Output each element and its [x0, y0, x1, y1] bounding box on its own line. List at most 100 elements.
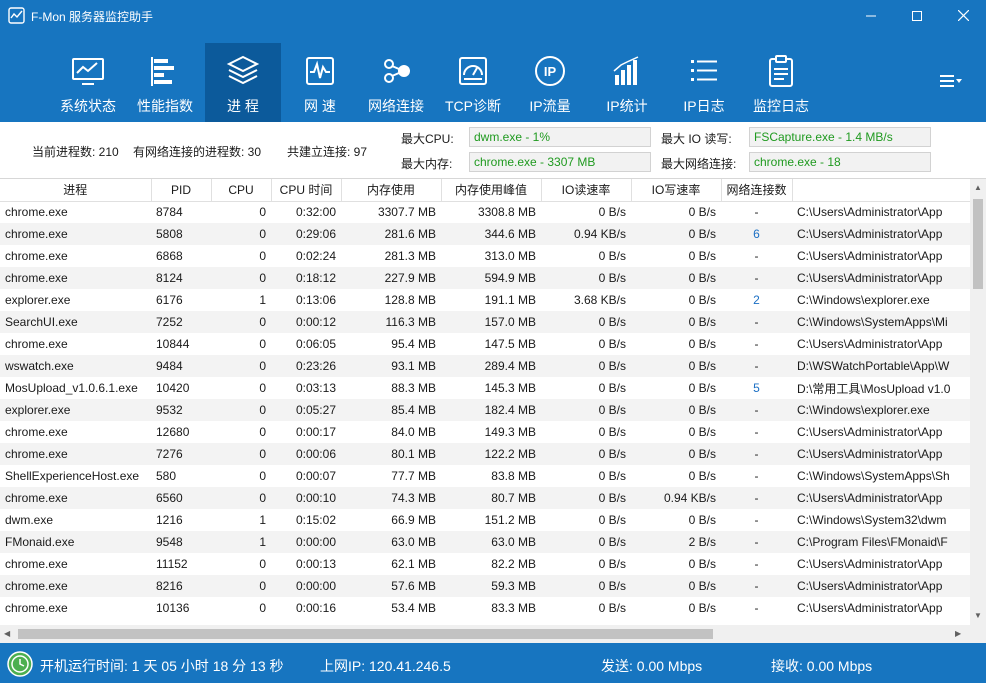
- table-cell: 9548: [151, 531, 211, 553]
- scroll-up-icon[interactable]: ▲: [974, 183, 982, 192]
- scroll-left-icon[interactable]: ◀: [4, 629, 10, 638]
- table-cell: 182.4 MB: [441, 399, 541, 421]
- table-row[interactable]: explorer.exe 9532 0 0:05:27 85.4 MB 182.4 MB 0…: [0, 399, 970, 421]
- scroll-down-icon[interactable]: ▼: [974, 611, 982, 620]
- tab-performance[interactable]: 性能指数: [127, 43, 203, 122]
- table-row[interactable]: SearchUI.exe 7252 0 0:00:12 116.3 MB 157.0 MB…: [0, 311, 970, 333]
- clipboard-icon: [769, 55, 793, 87]
- table-row[interactable]: wswatch.exe 9484 0 0:23:26 93.1 MB 289.4 MB 0 …: [0, 355, 970, 377]
- table-cell: 227.9 MB: [341, 267, 441, 289]
- table-cell: 57.6 MB: [341, 575, 441, 597]
- vertical-scrollbar[interactable]: ▲ ▼: [970, 179, 986, 625]
- table-row[interactable]: chrome.exe 6868 0 0:02:24 281.3 MB 313.0 MB 0 …: [0, 245, 970, 267]
- tab-ip-traffic[interactable]: IP IP流量: [512, 43, 588, 122]
- tab-ip-stats[interactable]: IP统计: [589, 43, 665, 122]
- process-count: 当前进程数: 210: [32, 145, 119, 159]
- column-header[interactable]: IO写速率: [631, 179, 722, 202]
- table-row[interactable]: dwm.exe 1216 1 0:15:02 66.9 MB 151.2 MB 0 B/s 0…: [0, 509, 970, 531]
- menu-icon[interactable]: [940, 73, 962, 89]
- table-cell: 0: [211, 223, 271, 245]
- table-row[interactable]: chrome.exe 10844 0 0:06:05 95.4 MB 147.5 MB 0 …: [0, 333, 970, 355]
- column-header[interactable]: IO读速率: [541, 179, 632, 202]
- tab-system-status[interactable]: 系统状态: [50, 43, 126, 122]
- table-row[interactable]: explorer.exe 6176 1 0:13:06 128.8 MB 191.1 MB…: [0, 289, 970, 311]
- horizontal-scrollbar[interactable]: ◀ ▶: [0, 625, 970, 643]
- table-cell: chrome.exe: [0, 575, 151, 597]
- minimize-button[interactable]: [848, 0, 894, 31]
- table-row[interactable]: chrome.exe 6560 0 0:00:10 74.3 MB 80.7 MB 0 B/…: [0, 487, 970, 509]
- table-cell: 151.2 MB: [484, 513, 536, 527]
- table-cell: 0:03:13: [295, 381, 336, 395]
- table-cell: chrome.exe: [5, 249, 68, 263]
- column-header[interactable]: 内存使用: [341, 179, 442, 202]
- table-cell: 0:00:13: [295, 557, 336, 571]
- table-row[interactable]: chrome.exe 11152 0 0:00:13 62.1 MB 82.2 MB 0 B…: [0, 553, 970, 575]
- column-header[interactable]: 内存使用峰值: [441, 179, 542, 202]
- table-cell: -: [721, 311, 792, 333]
- table-row[interactable]: chrome.exe 5808 0 0:29:06 281.6 MB 344.6 MB 0.…: [0, 223, 970, 245]
- table-cell: 0: [211, 443, 271, 465]
- table-cell: 0 B/s: [631, 355, 721, 377]
- table-cell: 83.3 MB: [491, 601, 536, 615]
- max-cpu-label: 最大CPU:: [401, 132, 454, 146]
- table-row[interactable]: FMonaid.exe 9548 1 0:00:00 63.0 MB 63.0 MB 0 B…: [0, 531, 970, 553]
- column-header[interactable]: PID: [151, 179, 212, 202]
- table-cell: C:\Users\Administrator\App: [792, 223, 970, 245]
- table-cell: 63.0 MB: [441, 531, 541, 553]
- horizontal-scroll-thumb[interactable]: [18, 629, 713, 639]
- table-cell: 128.8 MB: [384, 293, 436, 307]
- minimize-icon: [866, 15, 876, 16]
- table-cell: 0 B/s: [541, 267, 631, 289]
- table-cell: 8124: [151, 267, 211, 289]
- table-cell: 10136: [156, 601, 190, 615]
- table-cell: SearchUI.exe: [0, 311, 151, 333]
- table-cell: 63.0 MB: [341, 531, 441, 553]
- net-process-count: 有网络连接的进程数: 30: [133, 145, 262, 159]
- table-row[interactable]: MosUpload_v1.0.6.1.exe 10420 0 0:03:13 88.3 …: [0, 377, 970, 399]
- table-cell: C:\Users\Administrator\App: [797, 205, 943, 220]
- tab-net-speed[interactable]: 网 速: [282, 43, 358, 122]
- column-header[interactable]: CPU: [211, 179, 272, 202]
- maximize-button[interactable]: [894, 0, 940, 31]
- table-cell: FMonaid.exe: [0, 531, 151, 553]
- table-cell: chrome.exe: [5, 205, 68, 220]
- table-cell: 0 B/s: [541, 311, 631, 333]
- table-cell: 74.3 MB: [341, 487, 441, 509]
- tab-tcp-diagnose[interactable]: TCP诊断: [435, 43, 511, 122]
- table-cell: 0: [259, 469, 266, 483]
- table-row[interactable]: chrome.exe 10136 0 0:00:16 53.4 MB 83.3 MB 0 B…: [0, 597, 970, 619]
- table-row[interactable]: chrome.exe 7276 0 0:00:06 80.1 MB 122.2 MB 0 B…: [0, 443, 970, 465]
- tab-label: 监控日志: [753, 98, 809, 114]
- table-cell: 95.4 MB: [391, 337, 436, 351]
- table-cell: -: [721, 443, 792, 465]
- tab-net-connections[interactable]: 网络连接: [358, 43, 434, 122]
- table-cell: C:\Windows\explorer.exe: [792, 399, 970, 421]
- column-header[interactable]: 进程: [0, 179, 152, 202]
- table-row[interactable]: chrome.exe 8124 0 0:18:12 227.9 MB 594.9 MB 0 …: [0, 267, 970, 289]
- table-cell: 59.3 MB: [441, 575, 541, 597]
- max-conn-label: 最大网络连接:: [661, 157, 737, 171]
- column-header[interactable]: [792, 179, 970, 202]
- process-table[interactable]: 进程 PID CPU CPU 时间 内存使用 内存使用峰值 IO读速率 IO写速…: [0, 179, 970, 625]
- column-header[interactable]: 网络连接数: [721, 179, 793, 202]
- scroll-right-icon[interactable]: ▶: [955, 629, 961, 638]
- table-cell: 0 B/s: [598, 557, 626, 571]
- table-cell: 80.7 MB: [441, 487, 541, 509]
- close-button[interactable]: [940, 0, 986, 31]
- table-cell: 1: [211, 531, 271, 553]
- table-cell: 0:00:12: [271, 311, 341, 333]
- table-row[interactable]: chrome.exe 12680 0 0:00:17 84.0 MB 149.3 MB 0 …: [0, 421, 970, 443]
- table-cell: 0:23:26: [271, 355, 341, 377]
- column-header[interactable]: CPU 时间: [271, 179, 342, 202]
- table-row[interactable]: chrome.exe 8216 0 0:00:00 57.6 MB 59.3 MB 0 B/…: [0, 575, 970, 597]
- table-cell: C:\Users\Administrator\App: [797, 425, 943, 439]
- table-cell: -: [754, 337, 759, 351]
- tab-process[interactable]: 进 程: [205, 43, 281, 122]
- table-cell: 0:18:12: [271, 267, 341, 289]
- table-row[interactable]: ShellExperienceHost.exe 580 0 0:00:07 77.7 M…: [0, 465, 970, 487]
- tab-ip-log[interactable]: IP日志: [666, 43, 742, 122]
- table-row[interactable]: chrome.exe 8784 0 0:32:00 3307.7 MB 3308.8 MB…: [0, 201, 970, 223]
- tab-monitor-log[interactable]: 监控日志: [743, 43, 819, 122]
- vertical-scroll-thumb[interactable]: [973, 199, 983, 289]
- table-cell: 3307.7 MB: [377, 205, 436, 220]
